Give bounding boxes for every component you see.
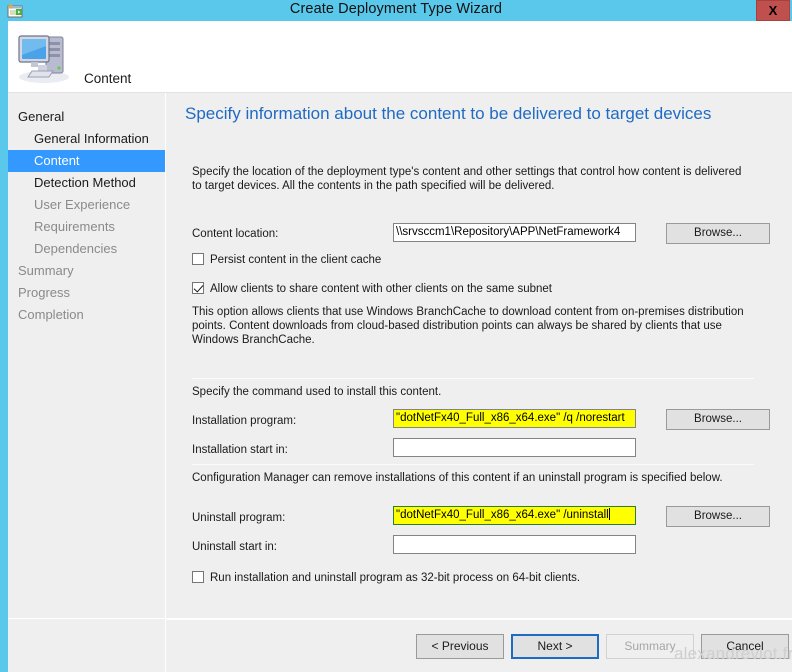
window-title: Create Deployment Type Wizard xyxy=(0,1,792,17)
run-32bit-row[interactable]: Run installation and uninstall program a… xyxy=(192,571,580,585)
page-header: Content xyxy=(0,21,792,93)
wizard-sidebar: General General Information Content Dete… xyxy=(8,93,166,672)
run-32bit-label: Run installation and uninstall program a… xyxy=(210,572,580,584)
installation-program-label: Installation program: xyxy=(192,414,296,428)
section-divider-uninstall xyxy=(192,464,754,465)
uninstall-program-value: "dotNetFx40_Full_x86_x64.exe" /uninstall xyxy=(396,509,609,521)
left-accent-strip xyxy=(0,21,8,672)
browse-content-location-button[interactable]: Browse... xyxy=(666,223,770,244)
browse-installation-program-button[interactable]: Browse... xyxy=(666,409,770,430)
sidebar-item-requirements[interactable]: Requirements xyxy=(8,216,165,238)
sidebar-top-spacer xyxy=(8,93,165,106)
wizard-content-pane: Specify information about the content to… xyxy=(167,93,792,618)
run-32bit-checkbox[interactable] xyxy=(192,571,204,583)
sidebar-item-dependencies[interactable]: Dependencies xyxy=(8,238,165,260)
wizard-window: Create Deployment Type Wizard X Content xyxy=(0,0,792,672)
uninstall-section-note: Configuration Manager can remove install… xyxy=(192,471,723,485)
sidebar-item-general-information[interactable]: General Information xyxy=(8,128,165,150)
installation-start-in-label: Installation start in: xyxy=(192,443,288,457)
persist-cache-checkbox[interactable] xyxy=(192,253,204,265)
sidebar-item-content[interactable]: Content xyxy=(8,150,165,172)
sidebar-item-progress[interactable]: Progress xyxy=(8,282,165,304)
uninstall-program-input[interactable]: "dotNetFx40_Full_x86_x64.exe" /uninstall xyxy=(393,506,636,525)
title-bar: Create Deployment Type Wizard X xyxy=(0,0,792,21)
sidebar-item-general[interactable]: General xyxy=(8,106,165,128)
sidebar-item-user-experience[interactable]: User Experience xyxy=(8,194,165,216)
share-subnet-row[interactable]: Allow clients to share content with othe… xyxy=(192,282,552,296)
computer-monitor-icon xyxy=(16,29,76,85)
close-button[interactable]: X xyxy=(756,0,790,21)
persist-cache-label: Persist content in the client cache xyxy=(210,254,381,266)
summary-button: Summary xyxy=(606,634,694,659)
uninstall-program-label: Uninstall program: xyxy=(192,511,285,525)
share-subnet-checkbox[interactable] xyxy=(192,282,204,294)
page-title: Specify information about the content to… xyxy=(185,104,711,124)
page-description: Specify the location of the deployment t… xyxy=(192,165,754,193)
sidebar-item-detection-method[interactable]: Detection Method xyxy=(8,172,165,194)
browse-uninstall-program-button[interactable]: Browse... xyxy=(666,506,770,527)
content-location-label: Content location: xyxy=(192,227,278,241)
persist-cache-row[interactable]: Persist content in the client cache xyxy=(192,253,381,267)
text-caret xyxy=(609,508,610,520)
sidebar-item-completion[interactable]: Completion xyxy=(8,304,165,326)
cancel-button[interactable]: Cancel xyxy=(701,634,789,659)
install-section-note: Specify the command used to install this… xyxy=(192,385,441,399)
uninstall-start-in-label: Uninstall start in: xyxy=(192,540,277,554)
uninstall-start-in-input[interactable] xyxy=(393,535,636,554)
installation-start-in-input[interactable] xyxy=(393,438,636,457)
next-button[interactable]: Next > xyxy=(511,634,599,659)
installation-program-input[interactable]: "dotNetFx40_Full_x86_x64.exe" /q /norest… xyxy=(393,409,636,428)
sidebar-item-summary[interactable]: Summary xyxy=(8,260,165,282)
share-subnet-label: Allow clients to share content with othe… xyxy=(210,283,552,295)
previous-button[interactable]: < Previous xyxy=(416,634,504,659)
content-location-input[interactable]: \\srvsccm1\Repository\APP\NetFramework4 xyxy=(393,223,636,242)
page-header-title: Content xyxy=(84,71,131,86)
wizard-footer: < Previous Next > Summary Cancel xyxy=(167,619,792,672)
branchcache-note: This option allows clients that use Wind… xyxy=(192,305,754,347)
section-divider-install xyxy=(192,378,754,379)
